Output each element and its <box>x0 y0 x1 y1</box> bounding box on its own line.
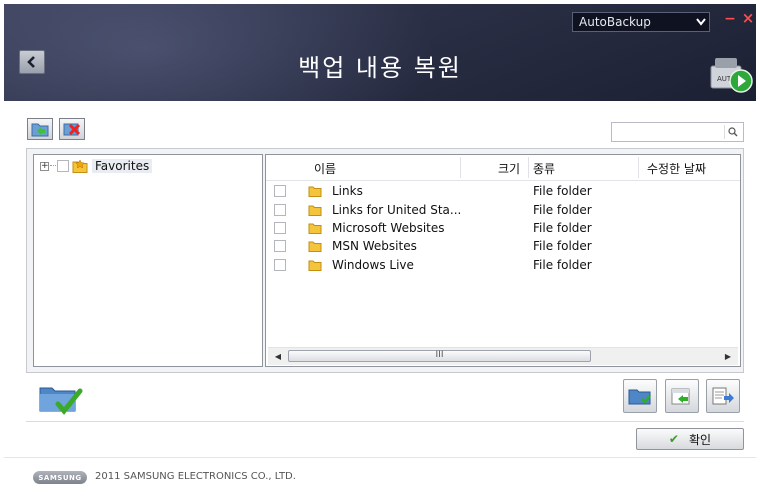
folder-check-icon <box>38 380 84 418</box>
section-divider <box>26 421 744 422</box>
search-box <box>611 122 744 142</box>
search-input[interactable] <box>612 123 728 141</box>
scroll-right-arrow-icon[interactable]: ▶ <box>721 350 735 363</box>
chevron-down-icon <box>693 13 709 31</box>
file-type: File folder <box>533 239 592 253</box>
export-document-icon <box>712 387 734 405</box>
samsung-logo: SAMSUNG <box>33 471 87 484</box>
backup-mode-select[interactable]: AutoBackup <box>572 12 710 32</box>
file-list-header: 이름 크기 종류 수정한 날짜 <box>266 155 740 181</box>
list-item[interactable]: MSN Websites File folder <box>266 237 740 255</box>
folder-icon <box>308 260 322 271</box>
file-type: File folder <box>533 221 592 235</box>
open-folder-button[interactable] <box>623 379 657 413</box>
tree-connector <box>50 165 56 167</box>
folder-icon <box>308 241 322 252</box>
folder-open-icon <box>628 389 651 405</box>
horizontal-scrollbar[interactable]: ◀ III ▶ <box>268 347 738 365</box>
backup-mode-value: AutoBackup <box>579 15 651 29</box>
file-name: Windows Live <box>332 258 414 272</box>
row-checkbox[interactable] <box>274 240 286 252</box>
scroll-left-arrow-icon[interactable]: ◀ <box>271 350 285 363</box>
restore-folder-button[interactable] <box>27 118 53 140</box>
list-item[interactable]: Links for United Sta... File folder <box>266 201 740 219</box>
file-type: File folder <box>533 258 592 272</box>
list-item[interactable]: Microsoft Websites File folder <box>266 219 740 237</box>
tree-item-favorites[interactable]: + Favorites <box>40 158 153 174</box>
list-item[interactable]: Links File folder <box>266 182 740 200</box>
scroll-thumb[interactable]: III <box>288 350 591 362</box>
copyright-text: 2011 SAMSUNG ELECTRONICS CO., LTD. <box>95 471 296 482</box>
folder-icon <box>308 223 322 234</box>
column-divider <box>460 157 461 178</box>
folder-icon <box>308 205 322 216</box>
column-divider <box>638 157 639 178</box>
tree-item-label: Favorites <box>92 159 153 173</box>
folder-restore-icon <box>31 123 49 137</box>
row-checkbox[interactable] <box>274 185 286 197</box>
column-divider <box>528 157 529 178</box>
file-name: Links for United Sta... <box>332 203 462 217</box>
file-name: MSN Websites <box>332 239 417 253</box>
tree-item-checkbox[interactable] <box>57 160 69 172</box>
calendar-restore-icon <box>671 388 690 405</box>
confirm-button-label: 확인 <box>688 432 712 447</box>
schedule-restore-button[interactable] <box>665 379 699 413</box>
list-item[interactable]: Windows Live File folder <box>266 256 740 274</box>
column-header-type[interactable]: 종류 <box>533 160 555 177</box>
file-name: Links <box>332 184 363 198</box>
confirm-button[interactable]: ✔ 확인 <box>636 428 744 450</box>
search-icon[interactable] <box>724 125 741 139</box>
file-type: File folder <box>533 203 592 217</box>
row-checkbox[interactable] <box>274 222 286 234</box>
minimize-button[interactable]: − <box>724 12 736 26</box>
app-header: 백업 내용 복원 AutoBackup − × AUTO <box>4 4 756 101</box>
row-checkbox[interactable] <box>274 204 286 216</box>
column-header-name[interactable]: 이름 <box>314 160 336 177</box>
page-title: 백업 내용 복원 <box>298 54 462 82</box>
auto-backup-icon: AUTO <box>709 54 753 94</box>
file-type: File folder <box>533 184 592 198</box>
folder-tree[interactable]: + Favorites <box>33 154 263 367</box>
file-name: Microsoft Websites <box>332 221 445 235</box>
check-icon: ✔ <box>668 432 679 446</box>
export-button[interactable] <box>706 379 740 413</box>
expand-icon[interactable]: + <box>40 161 49 171</box>
delete-button[interactable] <box>59 118 85 140</box>
row-checkbox[interactable] <box>274 259 286 271</box>
file-list[interactable]: 이름 크기 종류 수정한 날짜 Links File folder Links … <box>265 154 741 367</box>
column-header-size[interactable]: 크기 <box>498 160 520 177</box>
delete-icon <box>63 123 81 136</box>
folder-icon <box>308 186 322 197</box>
favorites-folder-icon <box>72 159 88 173</box>
footer-divider <box>4 457 756 458</box>
close-button[interactable]: × <box>741 11 755 26</box>
column-header-modified[interactable]: 수정한 날짜 <box>647 160 706 177</box>
